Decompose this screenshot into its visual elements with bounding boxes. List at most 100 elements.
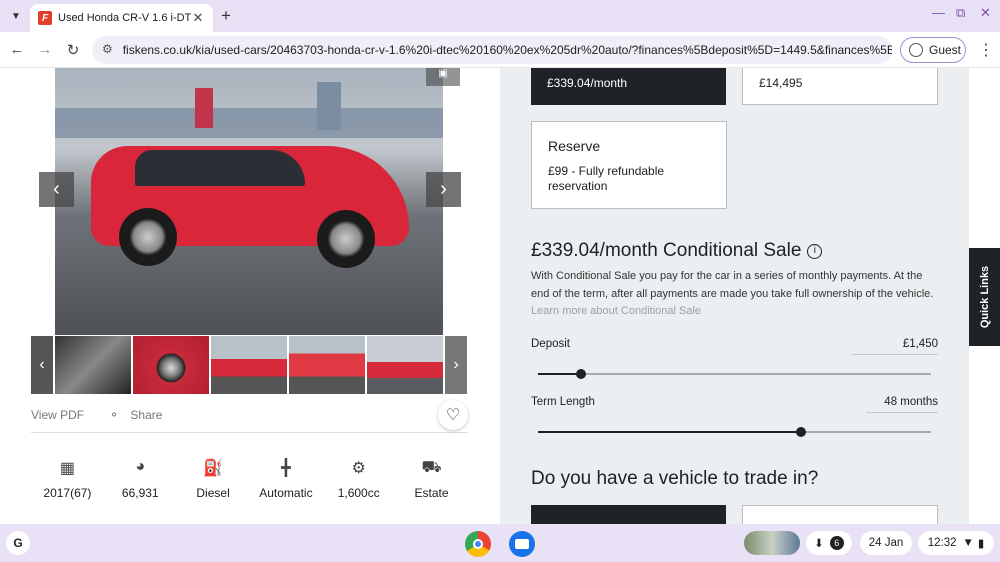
finance-panel: £339.04/month £14,495 Reserve £99 - Full… — [500, 68, 969, 524]
spec-fuel: ⛽ Diesel — [177, 458, 250, 500]
car-window — [135, 150, 305, 186]
monthly-price-card[interactable]: £339.04/month — [531, 68, 726, 105]
close-window-icon[interactable]: ✕ — [980, 5, 991, 21]
chrome-icon[interactable] — [465, 531, 491, 557]
thumbnail[interactable] — [367, 336, 443, 394]
reload-icon[interactable]: ↻ — [64, 41, 82, 59]
spec-label: 66,931 — [121, 486, 159, 500]
finance-heading-text: £339.04/month Conditional Sale — [531, 240, 802, 261]
browser-toolbar: ← → ↻ ⚙ fiskens.co.uk/kia/used-cars/2046… — [0, 32, 1000, 68]
reserve-text: £99 - Fully refundable reservation — [548, 164, 665, 193]
spec-engine: ⚙ 1,600cc — [322, 458, 395, 500]
quick-links-tab[interactable]: Quick Links — [969, 248, 1000, 346]
spec-label: Estate — [414, 486, 449, 500]
share-label: Share — [130, 408, 163, 422]
fullscreen-icon[interactable]: ▣ — [426, 68, 460, 86]
profile-label: Guest — [929, 43, 962, 57]
date-text: 24 Jan — [868, 537, 904, 549]
launcher-icon[interactable]: G — [6, 531, 30, 555]
spec-label: Diesel — [196, 486, 230, 500]
front-wheel — [119, 208, 177, 266]
spec-mileage: ◕ 66,931 — [104, 458, 177, 500]
tab-strip: ▼ F Used Honda CR-V 1.6 i-DTEC 1€ ✕ + — … — [0, 0, 1000, 32]
notification-count: 6 — [829, 536, 844, 550]
thumbnail[interactable] — [211, 336, 287, 394]
prev-image-icon[interactable]: ‹ — [39, 172, 74, 207]
favourite-heart-icon[interactable]: ♡ — [438, 400, 468, 430]
chrome-center — [473, 539, 483, 549]
next-image-icon[interactable]: › — [426, 172, 461, 207]
trade-in-heading: Do you have a vehicle to trade in? — [531, 468, 819, 489]
thumb-next-icon[interactable]: › — [445, 336, 467, 394]
spec-body: ⛟ Estate — [395, 458, 468, 500]
main-car-photo[interactable] — [55, 68, 443, 335]
download-icon: ⬇ — [814, 538, 824, 550]
info-icon[interactable]: i — [807, 244, 823, 259]
gearbox-icon: ╋ — [281, 460, 291, 477]
site-info-icon[interactable]: ⚙ — [100, 42, 115, 58]
restore-icon[interactable]: ⧉ — [956, 5, 965, 21]
tab-search-icon[interactable]: ▼ — [6, 6, 26, 26]
close-tab-icon[interactable]: ✕ — [191, 10, 205, 26]
reserve-title: Reserve — [548, 138, 601, 154]
new-tab-icon[interactable]: + — [221, 6, 231, 26]
url-text: fiskens.co.uk/kia/used-cars/20463703-hon… — [122, 43, 892, 57]
quick-links-label: Quick Links — [978, 265, 991, 329]
car-icon: ⛟ — [421, 459, 442, 476]
tote-thumbnail[interactable] — [744, 531, 800, 555]
spec-label: 2017(67) — [43, 486, 92, 500]
folder-shape — [515, 539, 529, 549]
deposit-slider-track[interactable] — [538, 373, 931, 375]
battery-icon: ▮ — [977, 538, 985, 550]
finance-heading: £339.04/month Conditional Sale i — [531, 240, 823, 262]
thumb-prev-icon[interactable]: ‹ — [31, 336, 53, 394]
sign-post — [317, 82, 341, 130]
page-content: ▣ ‹ › ‹ › View PDF ⚬ Share ♡ ▦ 2017(67) … — [0, 68, 1000, 524]
deposit-value[interactable]: £1,450 — [838, 338, 938, 350]
thumbnail[interactable] — [55, 336, 131, 394]
notification-pill[interactable]: ⬇ 6 — [806, 531, 852, 555]
trade-in-no-button[interactable] — [742, 505, 938, 524]
reserve-card[interactable]: Reserve £99 - Fully refundable reservati… — [531, 121, 727, 209]
os-shelf: G ⬇ 6 24 Jan 12:32 ▼ ▮ — [0, 524, 1000, 562]
thumbnail[interactable] — [133, 336, 209, 394]
monthly-price: £339.04/month — [547, 76, 628, 90]
flag-banner — [195, 88, 213, 128]
profile-button[interactable]: Guest — [900, 37, 966, 63]
files-icon[interactable] — [509, 531, 535, 557]
deposit-slider-fill — [538, 373, 582, 375]
vehicle-specs: ▦ 2017(67) ◕ 66,931 ⛽ Diesel ╋ Automatic… — [31, 458, 468, 500]
spec-label: Automatic — [259, 486, 313, 500]
minimize-icon[interactable]: — — [932, 5, 945, 20]
fuel-pump-icon: ⛽ — [203, 460, 224, 477]
view-pdf-link[interactable]: View PDF — [31, 408, 84, 422]
cash-price: £14,495 — [759, 76, 803, 90]
term-label: Term Length — [531, 396, 595, 408]
thumbnail-strip: ‹ › — [31, 336, 468, 394]
actions-row: View PDF ⚬ Share ♡ — [31, 400, 468, 433]
site-favicon-icon: F — [38, 11, 52, 25]
speedometer-icon: ◕ — [135, 458, 146, 475]
status-tray[interactable]: 12:32 ▼ ▮ — [918, 531, 994, 555]
deposit-slider-handle[interactable] — [576, 369, 587, 379]
spec-transmission: ╋ Automatic — [249, 458, 322, 500]
trade-in-yes-button[interactable] — [531, 505, 726, 524]
back-icon[interactable]: ← — [8, 41, 26, 58]
date-pill[interactable]: 24 Jan — [860, 531, 912, 555]
term-value[interactable]: 48 months — [838, 396, 938, 408]
menu-icon[interactable]: ⋮ — [978, 40, 994, 60]
engine-icon: ⚙ — [351, 460, 366, 477]
finance-description: With Conditional Sale you pay for the ca… — [531, 268, 941, 321]
cash-price-card[interactable]: £14,495 — [742, 68, 938, 105]
address-bar[interactable]: ⚙ fiskens.co.uk/kia/used-cars/20463703-h… — [92, 36, 892, 64]
time-text: 12:32 — [927, 537, 957, 549]
thumbnail[interactable] — [289, 336, 365, 394]
share-button[interactable]: ⚬ Share — [109, 408, 162, 422]
learn-more-link[interactable]: Learn more about Conditional Sale — [531, 305, 701, 317]
tab-active[interactable]: F Used Honda CR-V 1.6 i-DTEC 1€ ✕ — [30, 4, 213, 32]
term-slider-handle[interactable] — [796, 427, 807, 437]
term-slider-fill — [538, 431, 802, 433]
person-icon — [909, 43, 923, 57]
deposit-label: Deposit — [531, 338, 570, 350]
forward-icon[interactable]: → — [36, 41, 54, 58]
